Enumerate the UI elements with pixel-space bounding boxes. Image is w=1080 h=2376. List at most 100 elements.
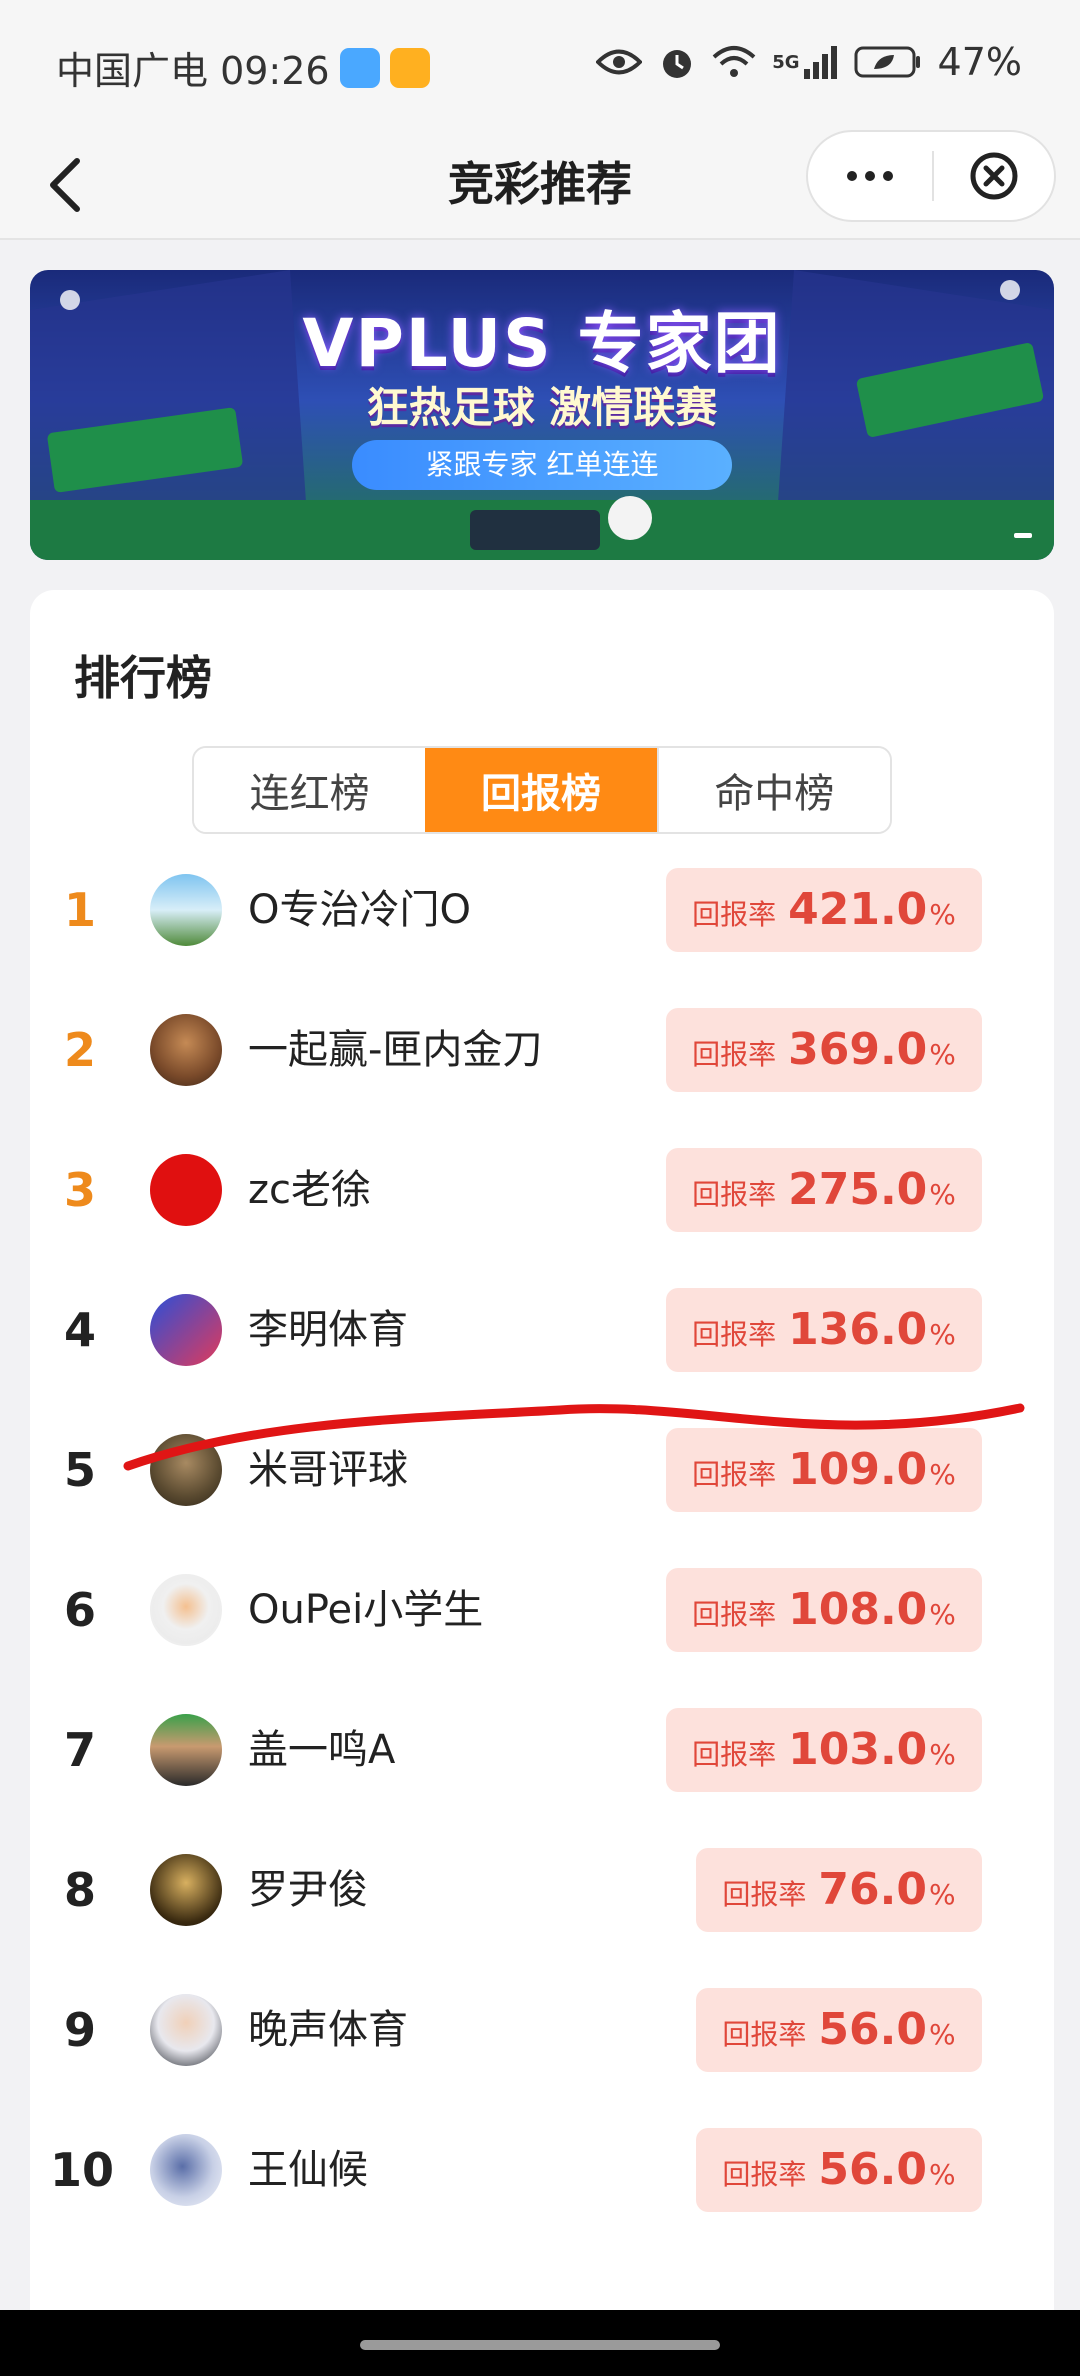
expert-name: 米哥评球	[248, 1447, 408, 1493]
list-item[interactable]: 9 晚声体育 回报率 56.0 %	[30, 1960, 1054, 2100]
status-right: 5G 47%	[596, 40, 1022, 84]
return-rate-badge: 回报率 109.0 %	[666, 1428, 982, 1512]
rate-unit: %	[928, 2018, 956, 2051]
list-item[interactable]: 5 米哥评球 回报率 109.0 %	[30, 1400, 1054, 1540]
signal-icon: 5G	[772, 45, 837, 79]
rank-number: 9	[63, 2003, 96, 2057]
ranking-list: 1 O专治冷门O 回报率 421.0 % 2 一起赢-匣内金刀 回报率 369.…	[30, 840, 1054, 2240]
rate-unit: %	[929, 1318, 956, 1351]
rate-label: 回报率	[722, 2018, 807, 2051]
rate-unit: %	[929, 1738, 956, 1771]
rate-label: 回报率	[692, 1178, 777, 1211]
home-indicator[interactable]	[360, 2340, 720, 2350]
list-item[interactable]: 4 李明体育 回报率 136.0 %	[30, 1260, 1054, 1400]
avatar	[150, 1014, 222, 1086]
list-item[interactable]: 10 王仙候 回报率 56.0 %	[30, 2100, 1054, 2240]
avatar	[150, 1854, 222, 1926]
return-rate-badge: 回报率 369.0 %	[666, 1008, 982, 1092]
rate-value: 103.0	[788, 1724, 928, 1775]
rate-unit: %	[928, 2158, 956, 2191]
return-rate-badge: 回报率 108.0 %	[666, 1568, 982, 1652]
status-bar: 中国广电 09:26 5G 47%	[0, 0, 1080, 130]
weather-icon	[339, 47, 380, 88]
tab-streak[interactable]: 连红榜	[194, 748, 426, 832]
navigation-gesture-bar	[0, 2310, 1080, 2376]
rate-value: 136.0	[788, 1304, 928, 1355]
carousel-indicator	[1014, 533, 1032, 538]
expert-name: zc老徐	[248, 1167, 371, 1213]
rate-label: 回报率	[692, 898, 777, 931]
return-rate-badge: 回报率 56.0 %	[696, 2128, 982, 2212]
rate-value: 76.0	[818, 1864, 927, 1915]
rate-value: 56.0	[818, 2004, 927, 2055]
rate-unit: %	[929, 1038, 956, 1071]
return-rate-badge: 回报率 103.0 %	[666, 1708, 982, 1792]
avatar	[150, 1434, 222, 1506]
more-icon	[847, 171, 893, 181]
rate-unit: %	[929, 1458, 956, 1491]
rank-number: 3	[63, 1163, 96, 1217]
expert-name: 王仙候	[248, 2147, 368, 2193]
return-rate-badge: 回报率 136.0 %	[666, 1288, 982, 1372]
expert-name: O专治冷门O	[248, 887, 471, 933]
rate-label: 回报率	[692, 1318, 777, 1351]
expert-name: 一起赢-匣内金刀	[248, 1027, 543, 1073]
wifi-icon	[712, 45, 756, 79]
expert-name: OuPei小学生	[248, 1587, 484, 1633]
list-item[interactable]: 6 OuPei小学生 回报率 108.0 %	[30, 1540, 1054, 1680]
list-item[interactable]: 3 zc老徐 回报率 275.0 %	[30, 1120, 1054, 1260]
rate-label: 回报率	[722, 1878, 807, 1911]
rate-unit: %	[929, 1178, 956, 1211]
rank-number: 1	[63, 883, 96, 937]
tab-return[interactable]: 回报榜	[425, 748, 657, 832]
return-rate-badge: 回报率 275.0 %	[666, 1148, 982, 1232]
promo-banner[interactable]: VPLUS 专家团 狂热足球 激情联赛 紧跟专家 红单连连	[30, 270, 1054, 560]
rank-number: 8	[63, 1863, 96, 1917]
close-icon	[970, 152, 1018, 200]
rate-label: 回报率	[692, 1458, 777, 1491]
close-button[interactable]	[934, 132, 1054, 220]
avatar	[150, 1714, 222, 1786]
rate-label: 回报率	[692, 1038, 777, 1071]
list-item[interactable]: 7 盖一鸣A 回报率 103.0 %	[30, 1680, 1054, 1820]
rank-number: 2	[63, 1023, 96, 1077]
rank-number: 5	[63, 1443, 96, 1497]
avatar	[150, 1994, 222, 2066]
rate-value: 56.0	[818, 2144, 927, 2195]
list-item[interactable]: 2 一起赢-匣内金刀 回报率 369.0 %	[30, 980, 1054, 1120]
alarm-icon	[658, 43, 696, 81]
more-button[interactable]	[808, 132, 932, 220]
expert-name: 盖一鸣A	[248, 1727, 396, 1773]
rate-label: 回报率	[692, 1738, 777, 1771]
mini-program-capsule	[806, 130, 1056, 222]
leaderboard-title: 排行榜	[74, 651, 212, 705]
banner-tagline: 紧跟专家 红单连连	[352, 440, 732, 490]
rate-label: 回报率	[722, 2158, 807, 2191]
rank-number: 10	[50, 2143, 115, 2197]
avatar	[150, 874, 222, 946]
return-rate-badge: 回报率 56.0 %	[696, 1988, 982, 2072]
carrier-time: 中国广电 09:26	[56, 49, 330, 93]
return-rate-badge: 回报率 421.0 %	[666, 868, 982, 952]
expert-name: 罗尹俊	[248, 1867, 368, 1913]
rate-value: 275.0	[788, 1164, 928, 1215]
rank-number: 6	[63, 1583, 96, 1637]
return-rate-badge: 回报率 76.0 %	[696, 1848, 982, 1932]
expert-name: 晚声体育	[248, 2007, 408, 2053]
rate-value: 108.0	[788, 1584, 928, 1635]
leaderboard-card: 排行榜 连红榜 回报榜 命中榜 1 O专治冷门O 回报率 421.0 % 2 一…	[30, 590, 1054, 2376]
avatar	[150, 1154, 222, 1226]
avatar	[150, 1574, 222, 1646]
rate-value: 109.0	[788, 1444, 928, 1495]
battery-icon	[854, 45, 922, 79]
status-left: 中国广电 09:26	[56, 40, 430, 95]
list-item[interactable]: 1 O专治冷门O 回报率 421.0 %	[30, 840, 1054, 980]
rate-value: 421.0	[788, 884, 928, 935]
rank-number: 7	[63, 1723, 96, 1777]
rank-number: 4	[63, 1303, 96, 1357]
tab-hit-rate[interactable]: 命中榜	[656, 748, 890, 832]
list-item[interactable]: 8 罗尹俊 回报率 76.0 %	[30, 1820, 1054, 1960]
leaderboard-tabs: 连红榜 回报榜 命中榜	[192, 746, 892, 834]
banner-subtitle: 狂热足球 激情联赛	[366, 383, 718, 432]
title-bar: 竞彩推荐	[0, 130, 1080, 240]
